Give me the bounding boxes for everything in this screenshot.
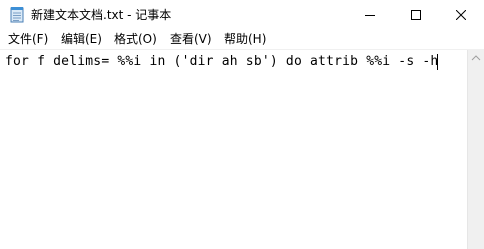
close-icon — [456, 10, 466, 20]
text-editor-area[interactable]: for f delims= %%i in ('dir ah sb') do at… — [0, 50, 467, 249]
notepad-icon — [9, 6, 25, 23]
menu-format[interactable]: 格式(O) — [114, 32, 157, 47]
title-bar[interactable]: 新建文本文档.txt - 记事本 — [0, 0, 484, 30]
window-title: 新建文本文档.txt - 记事本 — [31, 8, 172, 22]
vertical-scrollbar[interactable] — [467, 50, 484, 249]
close-button[interactable] — [438, 0, 484, 30]
menu-view[interactable]: 查看(V) — [170, 32, 212, 47]
minimize-button[interactable] — [347, 0, 393, 30]
minimize-icon — [365, 10, 375, 20]
text-caret — [437, 54, 438, 70]
maximize-icon — [411, 10, 421, 20]
maximize-button[interactable] — [393, 0, 439, 30]
scroll-up-icon[interactable] — [468, 50, 484, 66]
menu-bar: 文件(F) 编辑(E) 格式(O) 查看(V) 帮助(H) — [0, 30, 484, 50]
notepad-window: 新建文本文档.txt - 记事本 文件(F) 编辑(E) 格式(O) 查看(V)… — [0, 0, 484, 249]
menu-help[interactable]: 帮助(H) — [224, 32, 266, 47]
menu-edit[interactable]: 编辑(E) — [61, 32, 102, 47]
editor-line: for f delims= %%i in ('dir ah sb') do at… — [5, 54, 439, 69]
menu-file[interactable]: 文件(F) — [8, 32, 48, 47]
